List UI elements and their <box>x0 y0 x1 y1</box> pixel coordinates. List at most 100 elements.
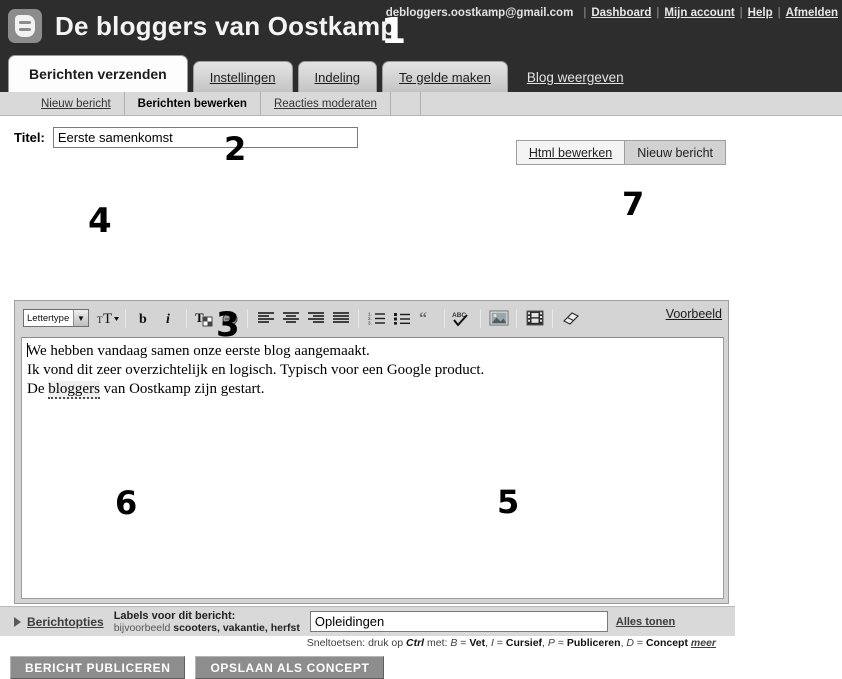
eq-2: = <box>493 637 506 649</box>
triangle-right-icon[interactable] <box>14 616 21 627</box>
blogger-b-glyph <box>15 15 35 37</box>
tab-indeling[interactable]: Indeling <box>297 61 378 92</box>
toolbar-separator <box>552 308 553 328</box>
shortcut-b-key: B <box>450 637 458 649</box>
toolbar-separator <box>358 308 359 328</box>
font-family-select[interactable]: Lettertype ▼ <box>23 309 89 327</box>
tab-label: Indeling <box>314 69 361 85</box>
secondary-tab-bar: Nieuw bericht Berichten bewerken Reactie… <box>0 92 842 116</box>
blockquote-icon[interactable]: “ <box>414 306 439 330</box>
tab-instellingen[interactable]: Instellingen <box>192 61 293 92</box>
separator: | <box>777 7 781 19</box>
title-input[interactable] <box>52 126 358 148</box>
image-icon[interactable] <box>486 306 511 330</box>
publish-post-button[interactable]: BERICHT PUBLICEREN <box>10 656 186 679</box>
my-account-link[interactable]: Mijn account <box>664 7 734 19</box>
edit-html-label: Html bewerken <box>528 145 613 160</box>
italic-icon[interactable]: i <box>156 306 181 330</box>
svg-text:“: “ <box>419 311 427 325</box>
subtab-berichten-bewerken[interactable]: Berichten bewerken <box>125 92 261 115</box>
compose-button[interactable]: Nieuw bericht <box>624 140 726 165</box>
labels-heading: Labels voor dit bericht: <box>113 609 236 622</box>
app-header: De bloggers van Oostkamp debloggers.oost… <box>0 0 842 52</box>
account-email: debloggers.oostkamp@gmail.com <box>385 7 574 19</box>
show-all-labels-link[interactable]: Alles tonen <box>616 616 675 628</box>
labels-example-prefix: bijvoorbeeld <box>113 621 174 634</box>
chevron-down-icon[interactable]: ▼ <box>73 310 88 326</box>
edit-html-button[interactable]: Html bewerken <box>515 140 625 165</box>
svg-text:i: i <box>166 312 170 326</box>
title-label: Titel: <box>14 129 45 145</box>
subtab-reacties-moderaten[interactable]: Reacties moderaten <box>261 92 391 115</box>
body-line-2: Ik vond dit zeer overzichtelijk en logis… <box>27 362 485 378</box>
toolbar-separator <box>247 308 248 328</box>
editor-mode-tabs: Html bewerken Nieuw bericht <box>515 140 726 165</box>
post-editor-page: Titel: Html bewerken Nieuw bericht Lette… <box>0 116 842 679</box>
link-icon[interactable] <box>217 306 242 330</box>
labels-example: bijvoorbeeld scooters, vakantie, herfst <box>114 622 300 634</box>
toolbar-separator <box>125 308 126 328</box>
tab-te-gelde-maken[interactable]: Te gelde maken <box>382 61 508 92</box>
preview-area: Voorbeeld <box>666 307 722 321</box>
body-line-3-suffix: van Oostkamp zijn gestart. <box>99 381 265 397</box>
subtab-nieuw-bericht[interactable]: Nieuw bericht <box>28 92 125 115</box>
tab-label: Te gelde maken <box>399 69 491 85</box>
labels-help-text: Labels voor dit bericht: bijvoorbeeld sc… <box>114 610 300 634</box>
eraser-icon[interactable] <box>558 306 583 330</box>
eq-3: = <box>554 637 567 649</box>
labels-input[interactable] <box>309 611 608 632</box>
editor-toolbar: Lettertype ▼ T T b i T 1. 2. 3. “ ABC Vo… <box>15 301 728 335</box>
align-center-icon[interactable] <box>278 306 303 330</box>
shortcut-p-key: P <box>547 637 555 649</box>
tab-blog-weergeven[interactable]: Blog weergeven <box>513 62 640 92</box>
shortcuts-prefix: Sneltoetsen: druk op <box>306 637 407 649</box>
separator: | <box>739 7 743 19</box>
shortcut-d-key: D <box>626 637 634 649</box>
bullet-list-icon[interactable] <box>389 306 414 330</box>
blog-title: De bloggers van Oostkamp <box>55 10 397 41</box>
tab-label: Berichten verzenden <box>29 66 167 82</box>
eq-1: = <box>457 637 470 649</box>
misspelled-word[interactable]: bloggers <box>48 381 100 399</box>
preview-link[interactable]: Voorbeeld <box>666 307 722 321</box>
eq-4: = <box>634 637 646 649</box>
font-family-value: Lettertype <box>27 312 70 324</box>
align-right-icon[interactable] <box>303 306 328 330</box>
svg-text:T: T <box>103 311 112 326</box>
tab-label: Instellingen <box>209 69 276 85</box>
labels-example-values: scooters, vakantie, herfst <box>173 621 300 634</box>
help-link[interactable]: Help <box>748 7 773 19</box>
align-left-icon[interactable] <box>253 306 278 330</box>
blogger-logo-icon <box>8 9 42 43</box>
primary-tab-bar: Berichten verzenden Instellingen Indelin… <box>0 52 842 92</box>
shortcut-p-value: Publiceren <box>566 637 621 649</box>
separator: | <box>656 7 660 19</box>
subtab-label: Reacties moderaten <box>273 97 377 110</box>
save-as-draft-button[interactable]: OPSLAAN ALS CONCEPT <box>195 656 385 679</box>
numbered-list-icon[interactable]: 1. 2. 3. <box>364 306 389 330</box>
post-body-editable[interactable]: We hebben vandaag samen onze eerste blog… <box>21 337 724 599</box>
post-options-link[interactable]: Berichtopties <box>27 615 104 629</box>
tab-label: Blog weergeven <box>526 69 624 85</box>
toolbar-separator <box>186 308 187 328</box>
separator: | <box>583 7 587 19</box>
sign-out-link[interactable]: Afmelden <box>786 7 838 19</box>
toolbar-separator <box>480 308 481 328</box>
toolbar-separator <box>516 308 517 328</box>
svg-text:b: b <box>139 312 147 326</box>
text-color-icon[interactable]: T <box>192 306 217 330</box>
bold-icon[interactable]: b <box>131 306 156 330</box>
font-size-icon[interactable]: T T <box>95 306 120 330</box>
subtab-spacer <box>391 92 421 115</box>
shortcuts-more-link[interactable]: meer <box>691 637 716 649</box>
video-icon[interactable] <box>522 306 547 330</box>
align-justify-icon[interactable] <box>328 306 353 330</box>
shortcuts-hint: Sneltoetsen: druk op Ctrl met: B = Vet, … <box>0 637 730 649</box>
dashboard-link[interactable]: Dashboard <box>591 7 651 19</box>
tab-berichten-verzenden[interactable]: Berichten verzenden <box>8 55 188 92</box>
spellcheck-icon[interactable]: ABC <box>450 306 475 330</box>
rich-text-editor: Lettertype ▼ T T b i T 1. 2. 3. “ ABC Vo… <box>14 300 729 604</box>
labels-row: Berichtopties Labels voor dit bericht: b… <box>0 606 735 636</box>
compose-label: Nieuw bericht <box>637 145 713 160</box>
action-buttons: BERICHT PUBLICEREN OPSLAAN ALS CONCEPT <box>10 656 394 679</box>
